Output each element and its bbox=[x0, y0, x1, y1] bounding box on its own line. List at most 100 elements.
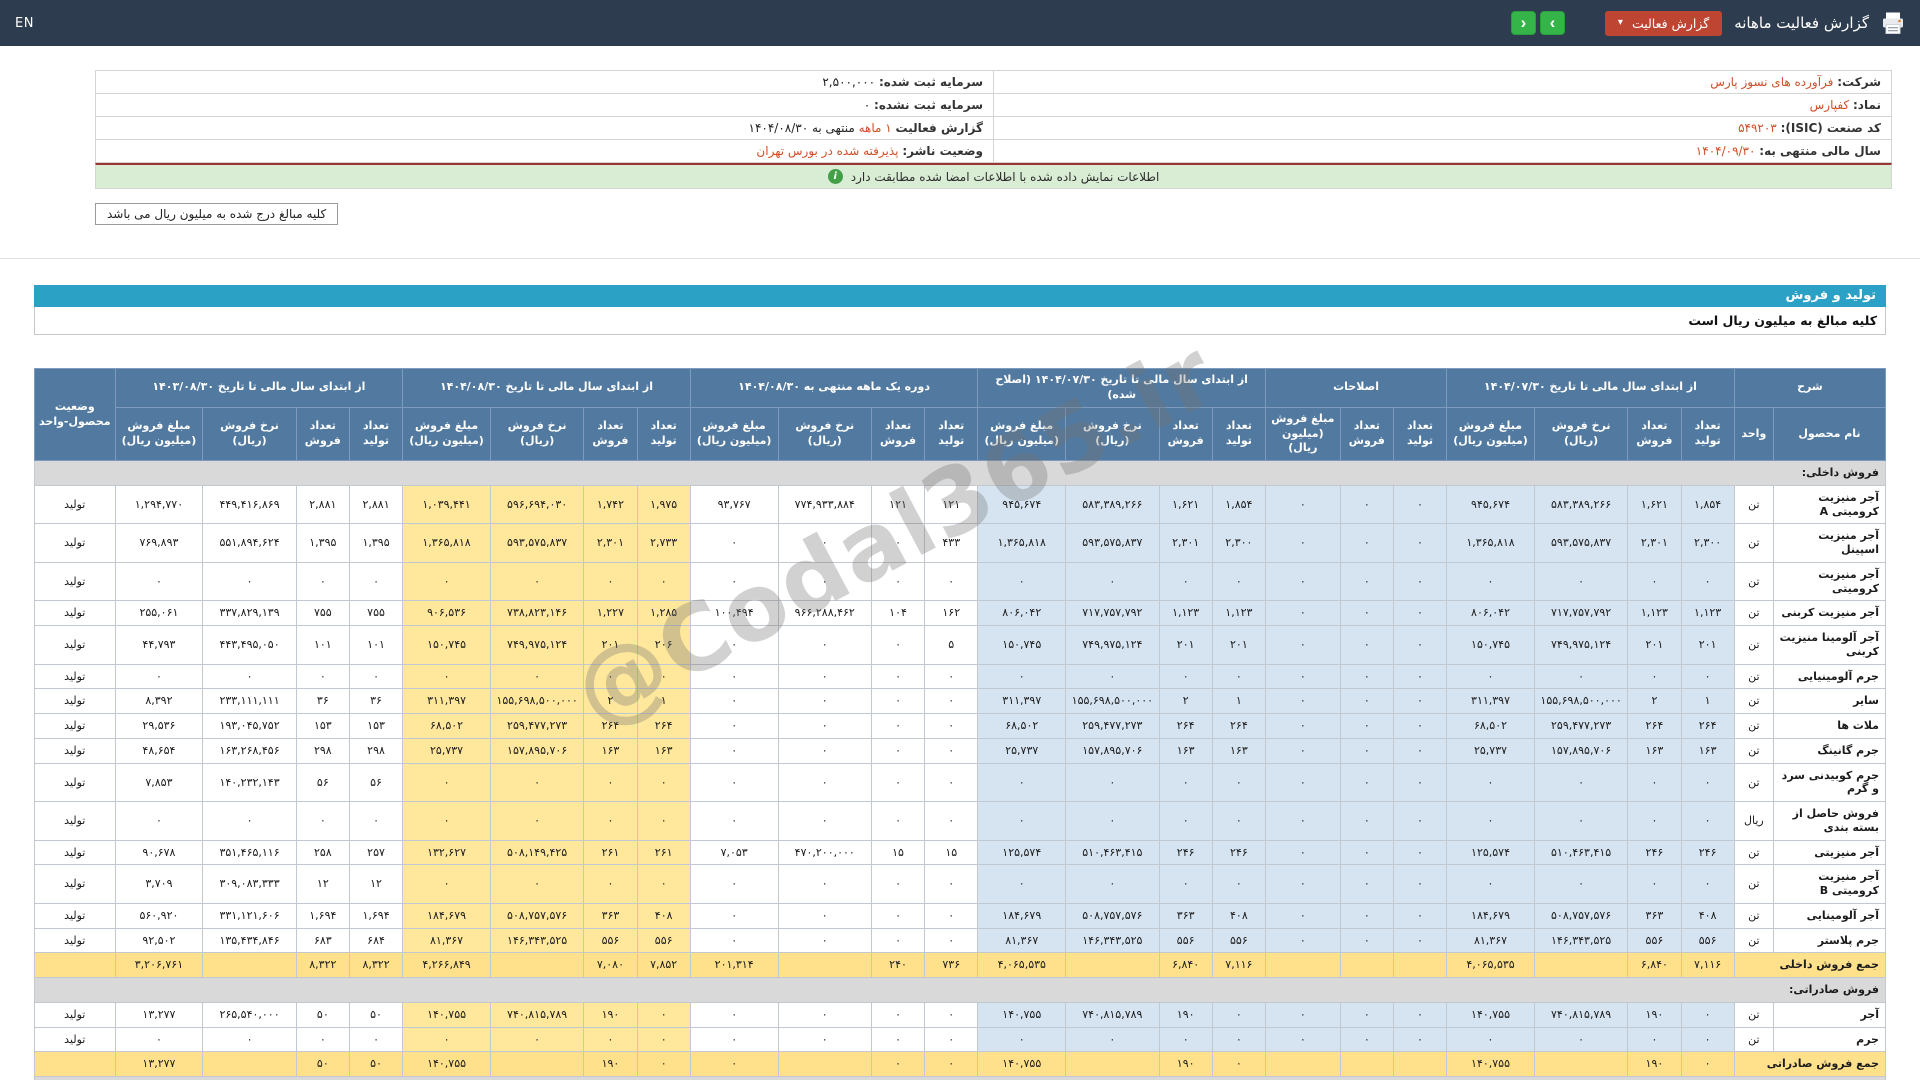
unit-cell: تن bbox=[1733, 839, 1774, 866]
value-cell: ۳۶۳ bbox=[1627, 902, 1682, 929]
status-cell: تولید bbox=[34, 523, 116, 563]
status-cell bbox=[34, 1051, 116, 1078]
value-cell: ۰ bbox=[1211, 1051, 1266, 1078]
value-cell: ۷۴۰,۸۱۵,۷۸۹ bbox=[1065, 1001, 1160, 1028]
value-cell: ۷۴۹,۹۷۵,۱۲۴ bbox=[1065, 625, 1160, 665]
value-cell: ۰ bbox=[1264, 902, 1341, 929]
report-type-button[interactable]: گزارش فعالیت ▾ bbox=[1604, 10, 1723, 36]
value-cell: ۲۵,۷۳۷ bbox=[977, 737, 1067, 764]
value-cell: ۰ bbox=[777, 561, 872, 602]
unit-cell: تن bbox=[1733, 484, 1774, 525]
sold-qty-header: تعداد فروش bbox=[1158, 406, 1213, 462]
value-cell: ۴,۰۶۵,۵۳۵ bbox=[977, 952, 1067, 979]
value-cell: ۰ bbox=[1264, 1001, 1341, 1028]
sold-qty-header: تعداد فروش bbox=[583, 406, 638, 462]
value-cell: ۶۸۳ bbox=[295, 927, 350, 954]
value-cell: ۰ bbox=[1680, 561, 1735, 602]
nav-right-button[interactable]: › bbox=[1539, 11, 1565, 35]
value-cell: ۱۰۰,۴۹۴ bbox=[689, 600, 779, 627]
value-cell: ۰ bbox=[924, 1051, 979, 1078]
sale-amount-header: مبلغ فروش (میلیون ریال) bbox=[402, 406, 491, 462]
unit-cell: تن bbox=[1733, 663, 1774, 690]
value-cell: ۰ bbox=[1392, 762, 1448, 803]
produced-qty-header: تعداد تولید bbox=[1211, 406, 1266, 462]
value-cell: ۲۹,۵۳۶ bbox=[114, 713, 204, 739]
value-cell: ۰ bbox=[583, 864, 638, 904]
value-cell: ۰ bbox=[1627, 864, 1682, 904]
value-cell: ۰ bbox=[777, 762, 872, 803]
value-cell: ۱۵۳ bbox=[348, 713, 404, 739]
value-cell: ۲۴۰ bbox=[870, 952, 926, 979]
value-cell: ۰ bbox=[295, 801, 350, 841]
value-cell: ۰ bbox=[1264, 561, 1341, 602]
chevron-down-icon: ▾ bbox=[1617, 17, 1623, 28]
value-cell: ۱۵ bbox=[924, 839, 979, 866]
value-cell: ۲۰۶ bbox=[636, 625, 691, 665]
value-cell: ۰ bbox=[1533, 762, 1629, 803]
value-cell: ۱۵۰,۷۴۵ bbox=[977, 625, 1067, 665]
value-cell: ۰ bbox=[870, 762, 926, 803]
unit-cell: تن bbox=[1733, 561, 1774, 602]
value-cell: ۰ bbox=[1627, 561, 1682, 602]
value-cell: ۰ bbox=[924, 688, 979, 715]
value-cell: ۰ bbox=[1533, 561, 1629, 602]
value-cell: ۱,۳۶۵,۸۱۸ bbox=[402, 523, 491, 563]
registered-capital-cell: سرمایه ثبت شده: ۲,۵۰۰,۰۰۰ bbox=[95, 70, 994, 94]
unit-cell: تن bbox=[1733, 902, 1774, 929]
value-cell: ۱,۰۳۹,۴۴۱ bbox=[402, 484, 491, 525]
sale-amount-header: مبلغ فروش (میلیون ریال) bbox=[977, 406, 1067, 462]
fiscal-year-value: ۱۴۰۴/۰۹/۳۰ bbox=[1695, 144, 1756, 158]
value-cell: ۲۳۳,۱۱۱,۱۱۱ bbox=[202, 688, 297, 715]
value-cell: ۰ bbox=[1392, 600, 1448, 627]
value-cell: ۰ bbox=[114, 801, 204, 841]
value-cell: ۱۵۰,۷۴۵ bbox=[1446, 625, 1535, 665]
value-cell: ۲۴۶ bbox=[1211, 839, 1266, 866]
value-cell: ۱ bbox=[1211, 688, 1266, 715]
value-cell: ۸,۳۹۲ bbox=[114, 688, 204, 715]
language-toggle[interactable]: EN bbox=[15, 16, 34, 31]
value-cell: ۱۵۷,۸۹۵,۷۰۶ bbox=[1065, 737, 1160, 764]
product-name-cell: جرم کوبیدنی سرد و گرم bbox=[1772, 762, 1887, 803]
product-name-cell: فروش حاصل از بسته بندی bbox=[1772, 801, 1887, 841]
value-cell: ۰ bbox=[1158, 663, 1213, 690]
value-cell: ۸۱,۳۶۷ bbox=[1446, 927, 1535, 954]
value-cell: ۲,۳۰۰ bbox=[1680, 523, 1735, 563]
unregistered-capital-cell: سرمایه ثبت نشده: ۰ bbox=[95, 93, 994, 117]
product-name-cell: جرم گانینگ bbox=[1772, 737, 1887, 764]
value-cell: ۰ bbox=[977, 801, 1067, 841]
table-row: آجر منیزیت کرومیتی A تن ۱,۸۵۴ ۱,۶۲۱ ۵۸۳,۳۸۹,… bbox=[34, 484, 1887, 525]
value-cell: ۰ bbox=[924, 927, 979, 954]
value-cell: ۳۱۱,۳۹۷ bbox=[977, 688, 1067, 715]
value-cell: ۱,۶۲۱ bbox=[1627, 484, 1682, 525]
value-cell: ۰ bbox=[1392, 561, 1448, 602]
value-cell: ۰ bbox=[1627, 1026, 1682, 1053]
amounts-note-box: کلیه مبالغ درج شده به میلیون ریال می باش… bbox=[95, 203, 339, 225]
nav-left-button[interactable]: ‹ bbox=[1510, 11, 1536, 35]
isic-cell: کد صنعت (ISIC): ۵۴۹۲۰۳ bbox=[993, 116, 1892, 140]
value-cell bbox=[1065, 1051, 1160, 1078]
value-cell: ۶۸,۵۰۲ bbox=[977, 713, 1067, 739]
value-cell: ۰ bbox=[1392, 523, 1448, 563]
sold-qty-header: تعداد فروش bbox=[295, 406, 350, 462]
value-cell: ۰ bbox=[348, 801, 404, 841]
value-cell: ۵۰ bbox=[348, 1051, 404, 1078]
value-cell: ۱۶۳,۲۶۸,۴۵۶ bbox=[202, 737, 297, 764]
product-name-cell: آجر منیزیت کرومیتی bbox=[1772, 561, 1887, 602]
value-cell: ۴۰۸ bbox=[1680, 902, 1735, 929]
value-cell: ۱۸۴,۶۷۹ bbox=[402, 902, 491, 929]
value-cell bbox=[1339, 952, 1394, 979]
value-cell: ۲ bbox=[583, 688, 638, 715]
value-cell: ۰ bbox=[924, 801, 979, 841]
value-cell: ۷,۰۵۳ bbox=[689, 839, 779, 866]
value-cell: ۳۵۱,۴۶۵,۱۱۶ bbox=[202, 839, 297, 866]
issuer-status-label: وضعیت ناشر: bbox=[902, 144, 983, 158]
table-row: آجر منیزیت اسپینل تن ۲,۳۰۰ ۲,۳۰۱ ۵۹۳,۵۷۵,۸۳۷… bbox=[34, 523, 1887, 563]
value-cell: ۰ bbox=[1680, 801, 1735, 841]
table-row: جرم کوبیدنی سرد و گرم تن ۰ ۰ ۰ ۰ ۰ ۰ ۰ ۰ ۰ ۰ ۰ ۰ ۰ ۰ ۰ ۰ ۰… bbox=[34, 762, 1887, 803]
value-cell: ۱,۳۹۵ bbox=[348, 523, 404, 563]
value-cell: ۰ bbox=[870, 864, 926, 904]
value-cell: ۰ bbox=[1339, 484, 1394, 525]
value-cell: ۵۵۶ bbox=[1627, 927, 1682, 954]
ticker-label: نماد: bbox=[1852, 98, 1881, 112]
value-cell: ۰ bbox=[777, 523, 872, 563]
